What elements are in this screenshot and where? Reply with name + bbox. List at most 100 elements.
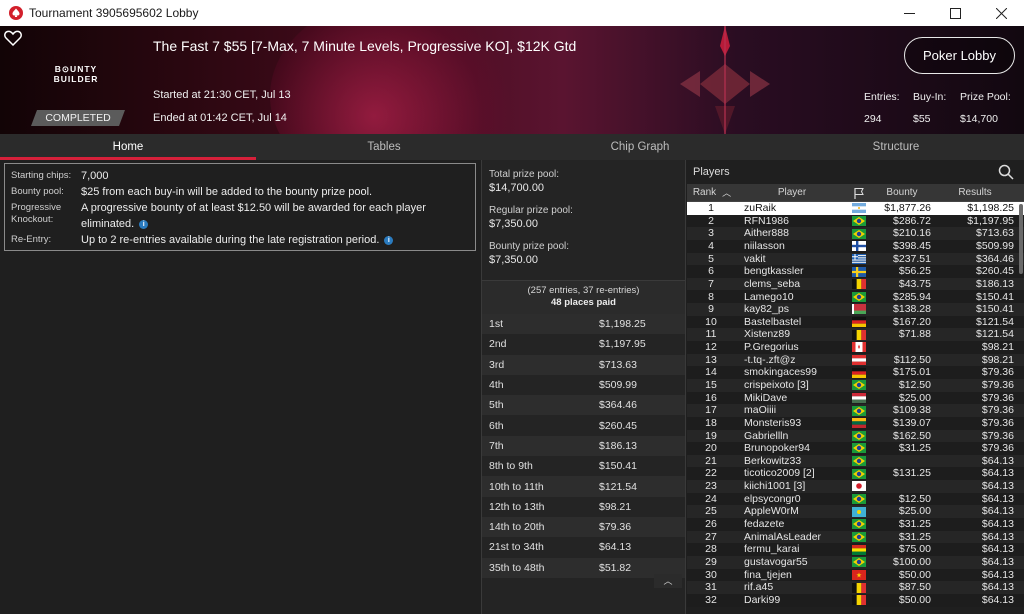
player-row[interactable]: 25 AppleW0rM $25.00 $64.13 bbox=[687, 505, 1024, 519]
player-row[interactable]: 26 fedazete $31.25 $64.13 bbox=[687, 518, 1024, 531]
player-name: Xistenz89 bbox=[744, 328, 791, 341]
close-button[interactable] bbox=[978, 0, 1024, 26]
rank-column-header[interactable]: Rank ︿ bbox=[687, 186, 737, 199]
player-row[interactable]: 24 elpsycongr0 $12.50 $64.13 bbox=[687, 492, 1024, 506]
info-icon[interactable]: i bbox=[139, 220, 149, 229]
player-bounty: $56.25 bbox=[898, 265, 931, 278]
player-rank: 28 bbox=[705, 543, 717, 556]
player-row[interactable]: 9 kay82_ps $138.28 $150.41 bbox=[687, 303, 1024, 316]
player-result: $64.13 bbox=[981, 467, 1014, 480]
flag-br-icon bbox=[852, 291, 866, 302]
minimize-button[interactable] bbox=[886, 0, 932, 26]
payout-place: 4th bbox=[489, 379, 504, 392]
player-row[interactable]: 19 Gabriellln $162.50 $79.36 bbox=[687, 429, 1024, 443]
player-flag bbox=[847, 494, 871, 505]
player-row[interactable]: 16 MikiDave $25.00 $79.36 bbox=[687, 391, 1024, 405]
player-result: $509.99 bbox=[976, 239, 1014, 252]
payout-amount: $509.99 bbox=[599, 379, 637, 392]
tab-tables[interactable]: Tables bbox=[256, 134, 512, 160]
player-row[interactable]: 22 ticotico2009 [2] $131.25 $64.13 bbox=[687, 467, 1024, 481]
player-row[interactable]: 30 fina_tjejen $50.00 $64.13 bbox=[687, 568, 1024, 582]
player-name: clems_seba bbox=[744, 277, 801, 290]
player-name: smokingaces99 bbox=[744, 366, 817, 379]
payout-row: 5th $364.46 bbox=[482, 395, 685, 416]
player-name: fina_tjejen bbox=[744, 568, 792, 581]
flag-se-icon bbox=[852, 266, 866, 277]
player-row[interactable]: 32 Darki99 $50.00 $64.13 bbox=[687, 593, 1024, 607]
players-header: Players bbox=[687, 160, 1024, 184]
info-icon[interactable]: i bbox=[384, 236, 394, 245]
player-row[interactable]: 7 clems_seba $43.75 $186.13 bbox=[687, 277, 1024, 291]
poker-lobby-button[interactable]: Poker Lobby bbox=[904, 37, 1015, 74]
player-flag bbox=[847, 456, 871, 467]
flag-br-icon bbox=[852, 531, 866, 542]
heart-icon[interactable] bbox=[4, 30, 22, 46]
payout-place: 14th to 20th bbox=[489, 521, 545, 534]
player-flag bbox=[847, 405, 871, 416]
player-name: P.Gregorius bbox=[744, 341, 799, 354]
search-icon[interactable] bbox=[998, 164, 1014, 180]
player-row[interactable]: 17 maOiiii $109.38 $79.36 bbox=[687, 404, 1024, 417]
player-rank: 17 bbox=[705, 404, 717, 417]
player-flag bbox=[847, 266, 871, 277]
regular-prize-value: $7,350.00 bbox=[489, 218, 538, 230]
tab-home[interactable]: Home bbox=[0, 134, 256, 160]
player-row[interactable]: 8 Lamego10 $285.94 $150.41 bbox=[687, 290, 1024, 304]
flag-fi-icon bbox=[852, 241, 866, 252]
player-row[interactable]: 3 Aither888 $210.16 $713.63 bbox=[687, 227, 1024, 240]
player-row[interactable]: 31 rif.a45 $87.50 $64.13 bbox=[687, 581, 1024, 594]
bounty-column-header[interactable]: Bounty bbox=[871, 187, 933, 198]
player-result: $64.13 bbox=[981, 581, 1014, 594]
player-rank: 11 bbox=[705, 328, 717, 341]
window-titlebar: Tournament 3905695602 Lobby bbox=[0, 0, 1024, 26]
player-row[interactable]: 29 gustavogar55 $100.00 $64.13 bbox=[687, 555, 1024, 569]
player-flag bbox=[847, 279, 871, 290]
player-rank: 10 bbox=[705, 315, 717, 328]
player-row[interactable]: 23 kiichi1001 [3] $64.13 bbox=[687, 480, 1024, 493]
player-row[interactable]: 18 Monsteris93 $139.07 $79.36 bbox=[687, 416, 1024, 430]
player-row[interactable]: 4 niilasson $398.45 $509.99 bbox=[687, 239, 1024, 253]
player-row[interactable]: 2 RFN1986 $286.72 $1,197.95 bbox=[687, 214, 1024, 228]
player-bounty: $25.00 bbox=[898, 505, 931, 518]
scroll-up-button[interactable]: ︿ bbox=[654, 574, 682, 588]
payout-place: 6th bbox=[489, 419, 504, 432]
player-row[interactable]: 10 Bastelbastel $167.20 $121.54 bbox=[687, 315, 1024, 329]
player-row[interactable]: 20 Brunopoker94 $31.25 $79.36 bbox=[687, 442, 1024, 455]
maximize-button[interactable] bbox=[932, 0, 978, 26]
tab-structure[interactable]: Structure bbox=[768, 134, 1024, 160]
player-row[interactable]: 21 Berkowitz33 $64.13 bbox=[687, 454, 1024, 468]
player-row[interactable]: 13 -t.tq-.zft@z $112.50 $98.21 bbox=[687, 353, 1024, 367]
player-row[interactable]: 12 P.Gregorius $98.21 bbox=[687, 341, 1024, 354]
player-bounty: $100.00 bbox=[893, 555, 931, 568]
player-row[interactable]: 15 crispeixoto [3] $12.50 $79.36 bbox=[687, 378, 1024, 392]
player-row[interactable]: 14 smokingaces99 $175.01 $79.36 bbox=[687, 366, 1024, 379]
player-row[interactable]: 1 zuRaik $1,877.26 $1,198.25 bbox=[687, 202, 1024, 215]
prize-pool-panel: Total prize pool: $14,700.00 Regular pri… bbox=[481, 160, 686, 614]
player-row[interactable]: 5 vakit $237.51 $364.46 bbox=[687, 252, 1024, 266]
starting-chips-label: Starting chips: bbox=[11, 170, 72, 181]
player-result: $64.13 bbox=[981, 454, 1014, 467]
regular-prize-label: Regular prize pool: bbox=[489, 205, 573, 216]
results-column-header[interactable]: Results bbox=[933, 187, 1017, 198]
tab-chip-graph[interactable]: Chip Graph bbox=[512, 134, 768, 160]
player-row[interactable]: 28 fermu_karai $75.00 $64.13 bbox=[687, 543, 1024, 556]
pko-label: Progressive Knockout: bbox=[11, 202, 62, 225]
player-row[interactable]: 27 AnimalAsLeader $31.25 $64.13 bbox=[687, 530, 1024, 544]
payout-row: 1st $1,198.25 bbox=[482, 314, 685, 335]
player-rank: 1 bbox=[708, 202, 714, 215]
flag-br-icon bbox=[852, 468, 866, 479]
payout-place: 2nd bbox=[489, 338, 507, 351]
pko-row: Progressive Knockout: A progressive boun… bbox=[11, 200, 469, 232]
player-column-header[interactable]: Player bbox=[737, 187, 847, 198]
player-row[interactable]: 11 Xistenz89 $71.88 $121.54 bbox=[687, 328, 1024, 342]
player-name: fermu_karai bbox=[744, 543, 800, 556]
players-scrollbar[interactable] bbox=[1019, 204, 1023, 274]
payout-place: 12th to 13th bbox=[489, 500, 545, 513]
payout-row: 6th $260.45 bbox=[482, 415, 685, 436]
reentry-row: Re-Entry: Up to 2 re-entries available d… bbox=[11, 232, 469, 248]
flag-column-header[interactable] bbox=[847, 187, 871, 199]
payout-amount: $121.54 bbox=[599, 480, 637, 493]
player-row[interactable]: 6 bengtkassler $56.25 $260.45 bbox=[687, 265, 1024, 278]
player-rank: 16 bbox=[705, 391, 717, 404]
player-bounty: $50.00 bbox=[898, 593, 931, 606]
